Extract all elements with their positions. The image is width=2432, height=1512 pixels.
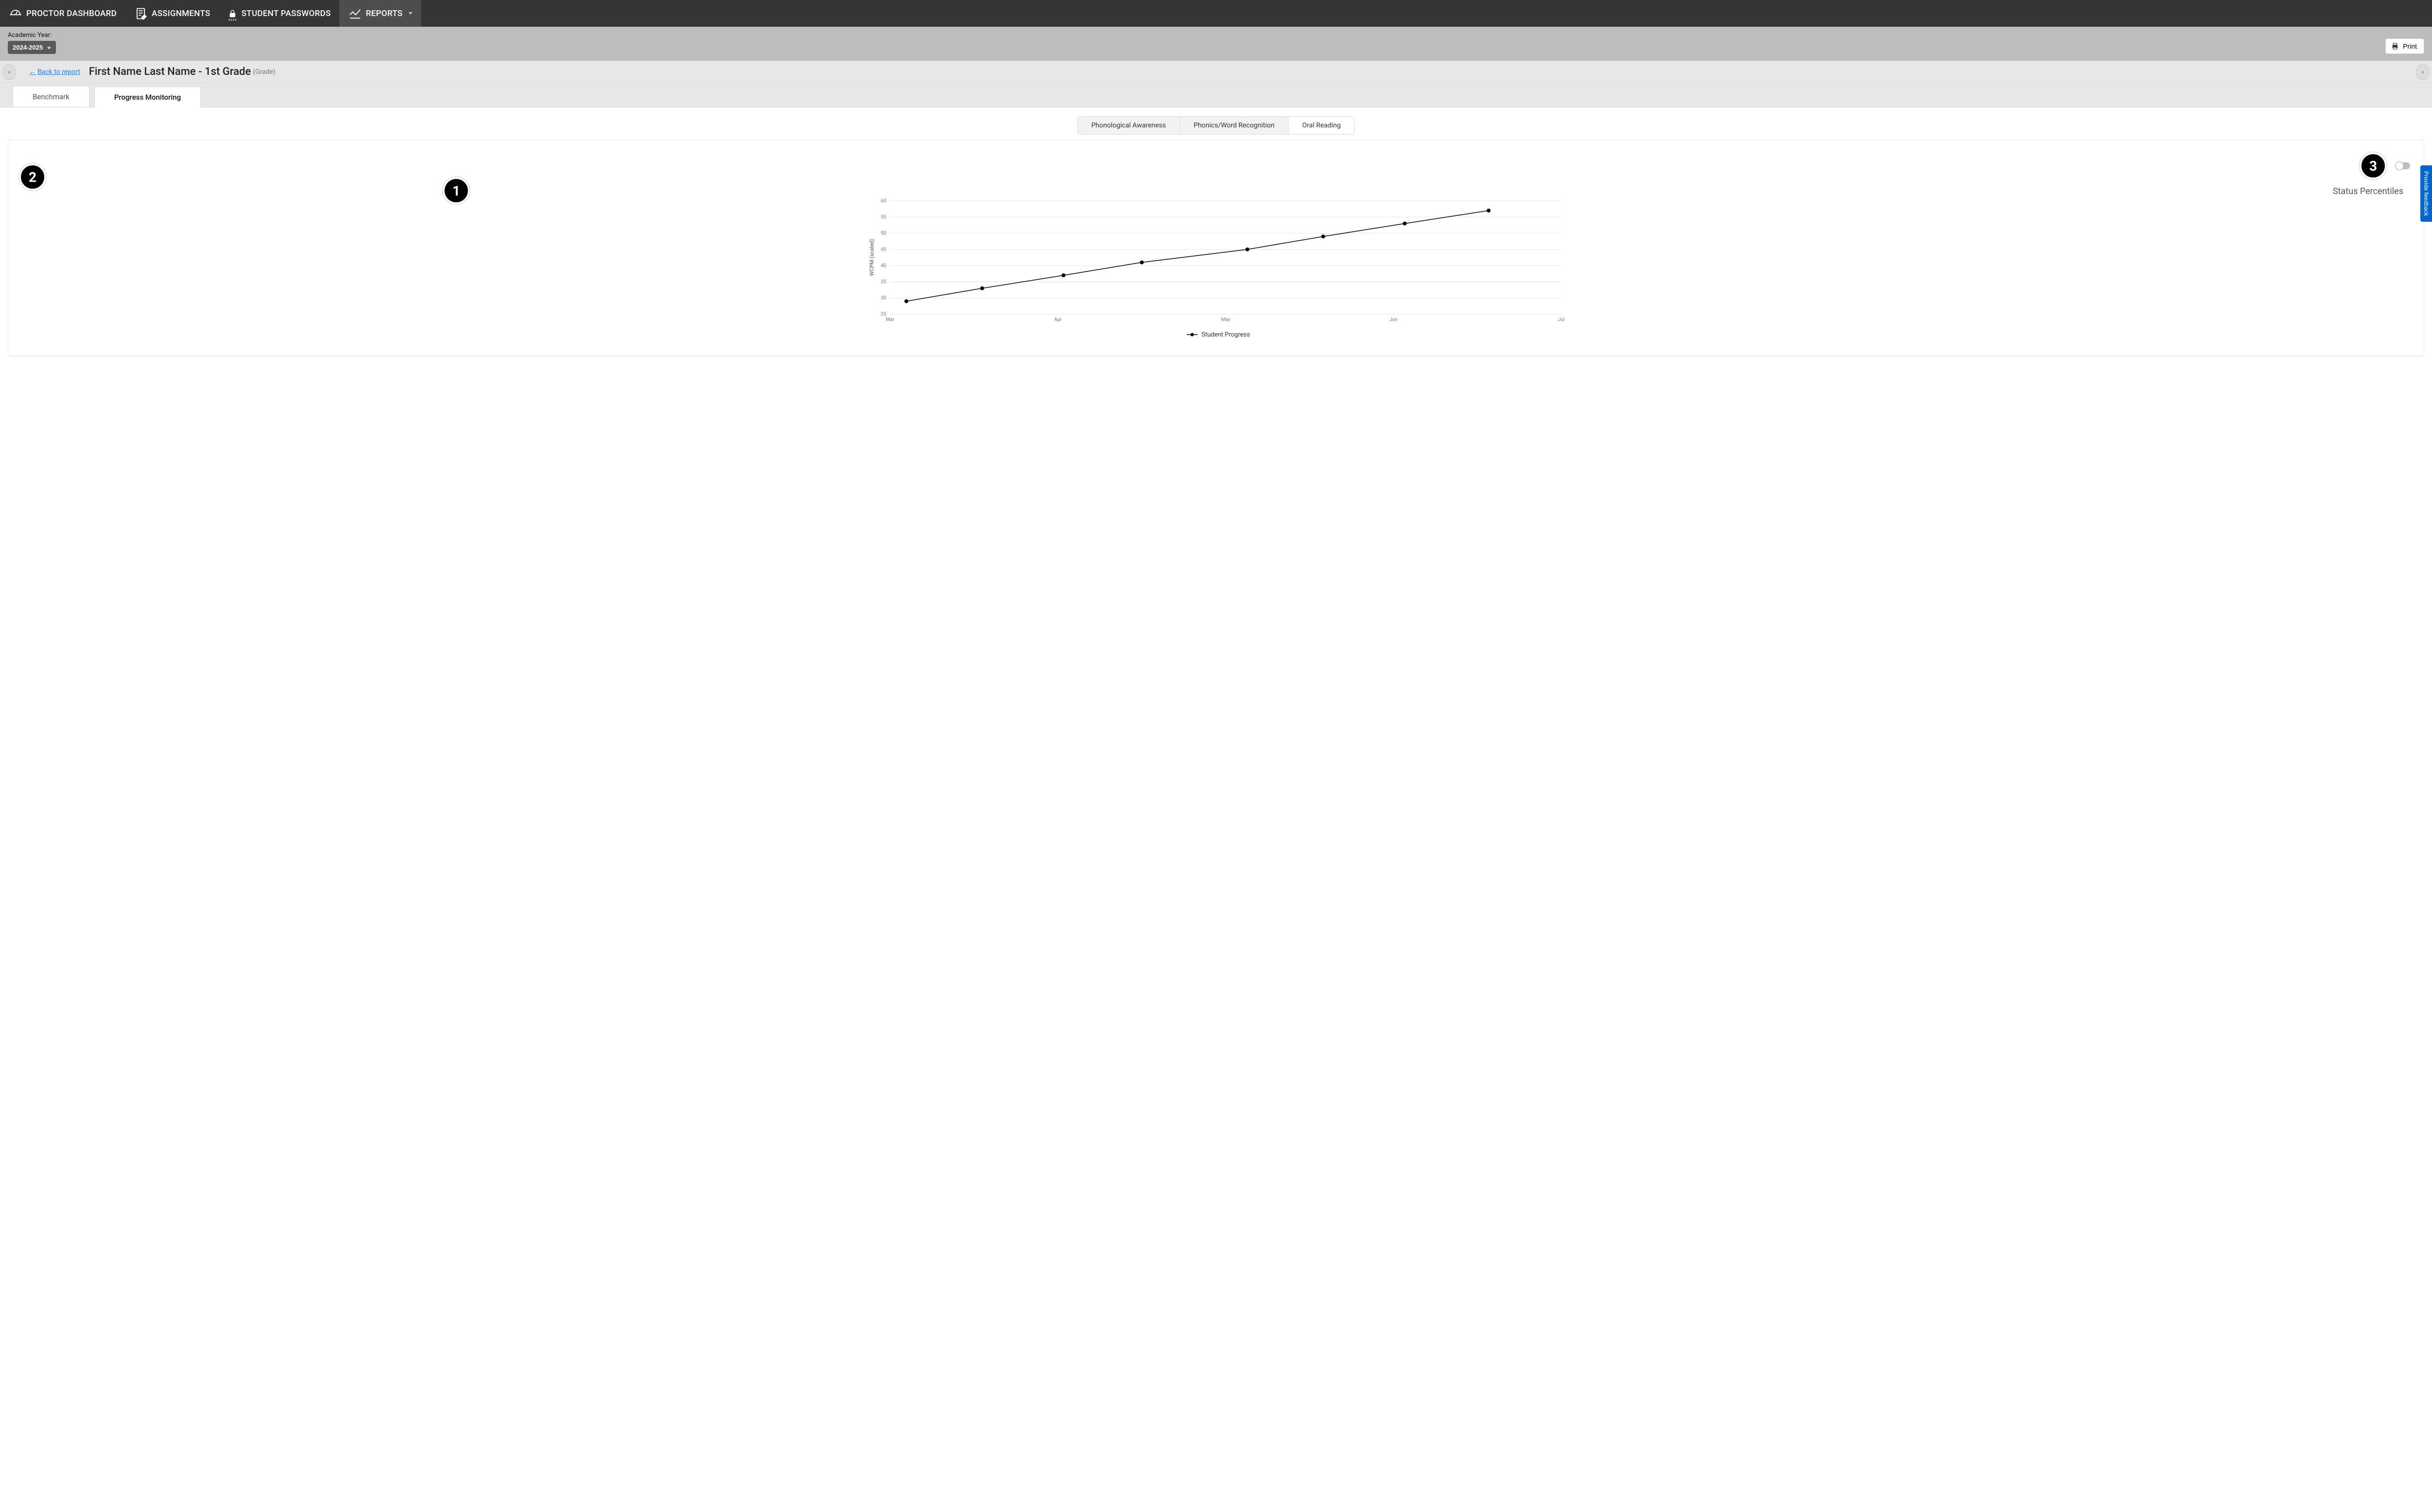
svg-text:Apr: Apr	[1054, 317, 1062, 322]
student-name-heading: First Name Last Name - 1st Grade	[89, 66, 251, 78]
academic-year-group: Academic Year: 2024-2025	[8, 32, 56, 54]
svg-text:May: May	[1221, 317, 1231, 322]
tab-progress-monitoring[interactable]: Progress Monitoring	[94, 87, 201, 107]
nav-student-passwords[interactable]: **** STUDENT PASSWORDS	[219, 0, 340, 27]
arrow-left-icon: ←	[29, 68, 36, 76]
subtabs-wrap: Phonological Awareness Phonics/Word Reco…	[0, 107, 2432, 140]
subtab-label: Oral Reading	[1302, 122, 1341, 129]
print-button[interactable]: Print	[2385, 38, 2424, 54]
subtab-phonics[interactable]: Phonics/Word Recognition	[1180, 117, 1288, 134]
subtab-label: Phonics/Word Recognition	[1194, 122, 1274, 129]
feedback-label: Provide feedback	[2423, 171, 2430, 216]
chart-card: 2 3 Status Percentiles 25 30 35 40 45 50 55 60 M…	[8, 140, 2424, 356]
stars-icon: ****	[228, 19, 237, 22]
subtab-phonological[interactable]: Phonological Awareness	[1078, 117, 1180, 134]
provide-feedback-tab[interactable]: Provide feedback	[2420, 165, 2432, 222]
svg-text:45: 45	[881, 247, 887, 252]
tab-label: Progress Monitoring	[114, 93, 181, 102]
nav-label: PROCTOR DASHBOARD	[26, 9, 117, 18]
grade-label: (Grade)	[253, 68, 276, 76]
crumb-row: ‹ ←Back to report First Name Last Name -…	[0, 61, 2432, 83]
subtab-oral-reading[interactable]: Oral Reading	[1288, 117, 1354, 134]
top-nav: PROCTOR DASHBOARD ASSIGNMENTS **** STUDE…	[0, 0, 2432, 27]
prev-student-button[interactable]: ‹	[3, 64, 16, 80]
chevron-right-icon: ›	[2422, 68, 2424, 76]
nav-proctor-dashboard[interactable]: PROCTOR DASHBOARD	[0, 0, 125, 27]
svg-text:40: 40	[881, 263, 887, 268]
svg-text:Student Progress: Student Progress	[1201, 331, 1250, 338]
academic-year-label: Academic Year:	[8, 32, 56, 39]
chevron-left-icon: ‹	[8, 68, 10, 76]
nav-label: REPORTS	[366, 9, 403, 18]
academic-year-select[interactable]: 2024-2025	[8, 41, 56, 54]
subtab-label: Phonological Awareness	[1091, 122, 1166, 129]
nav-label: ASSIGNMENTS	[152, 9, 210, 18]
nav-reports[interactable]: REPORTS	[340, 0, 421, 27]
svg-text:Jun: Jun	[1390, 317, 1398, 322]
dashboard-icon	[9, 7, 22, 20]
svg-text:60: 60	[881, 198, 887, 204]
tab-label: Benchmark	[33, 92, 70, 101]
callout-2: 2	[19, 163, 46, 191]
line-chart: 25 30 35 40 45 50 55 60 Mar Apr May Jun Jul WCPM (sca…	[18, 198, 2414, 346]
assignments-icon	[134, 7, 148, 20]
reports-icon	[348, 7, 362, 20]
svg-text:Mar: Mar	[886, 317, 894, 322]
print-label: Print	[2403, 42, 2417, 50]
status-percentiles-label: Status Percentiles	[2333, 186, 2403, 196]
nav-label: STUDENT PASSWORDS	[241, 9, 331, 18]
back-label: Back to report	[37, 68, 80, 76]
subtabs: Phonological Awareness Phonics/Word Reco…	[1077, 116, 1355, 135]
caret-down-icon	[409, 12, 412, 15]
svg-text:50: 50	[881, 231, 887, 236]
print-icon	[2391, 42, 2399, 51]
back-to-report-link[interactable]: ←Back to report	[29, 68, 80, 76]
svg-text:WCPM (scaled): WCPM (scaled)	[869, 239, 875, 276]
tab-benchmark[interactable]: Benchmark	[13, 86, 89, 107]
svg-text:30: 30	[881, 296, 887, 301]
tabs-row: Benchmark Progress Monitoring 1	[0, 83, 2432, 107]
lock-icon: ****	[228, 9, 237, 18]
status-percentiles-toggle[interactable]	[2396, 162, 2410, 169]
subheader: Academic Year: 2024-2025 Print	[0, 27, 2432, 61]
svg-text:Jul: Jul	[1558, 317, 1564, 322]
svg-text:55: 55	[881, 214, 887, 220]
callout-3: 3	[2360, 152, 2387, 179]
nav-assignments[interactable]: ASSIGNMENTS	[125, 0, 219, 27]
next-student-button[interactable]: ›	[2416, 64, 2429, 80]
chart-svg: 25 30 35 40 45 50 55 60 Mar Apr May Jun Jul WCPM (sca…	[18, 198, 2414, 344]
svg-text:35: 35	[881, 279, 887, 285]
callout-1: 1	[443, 177, 470, 204]
svg-text:25: 25	[881, 312, 887, 317]
